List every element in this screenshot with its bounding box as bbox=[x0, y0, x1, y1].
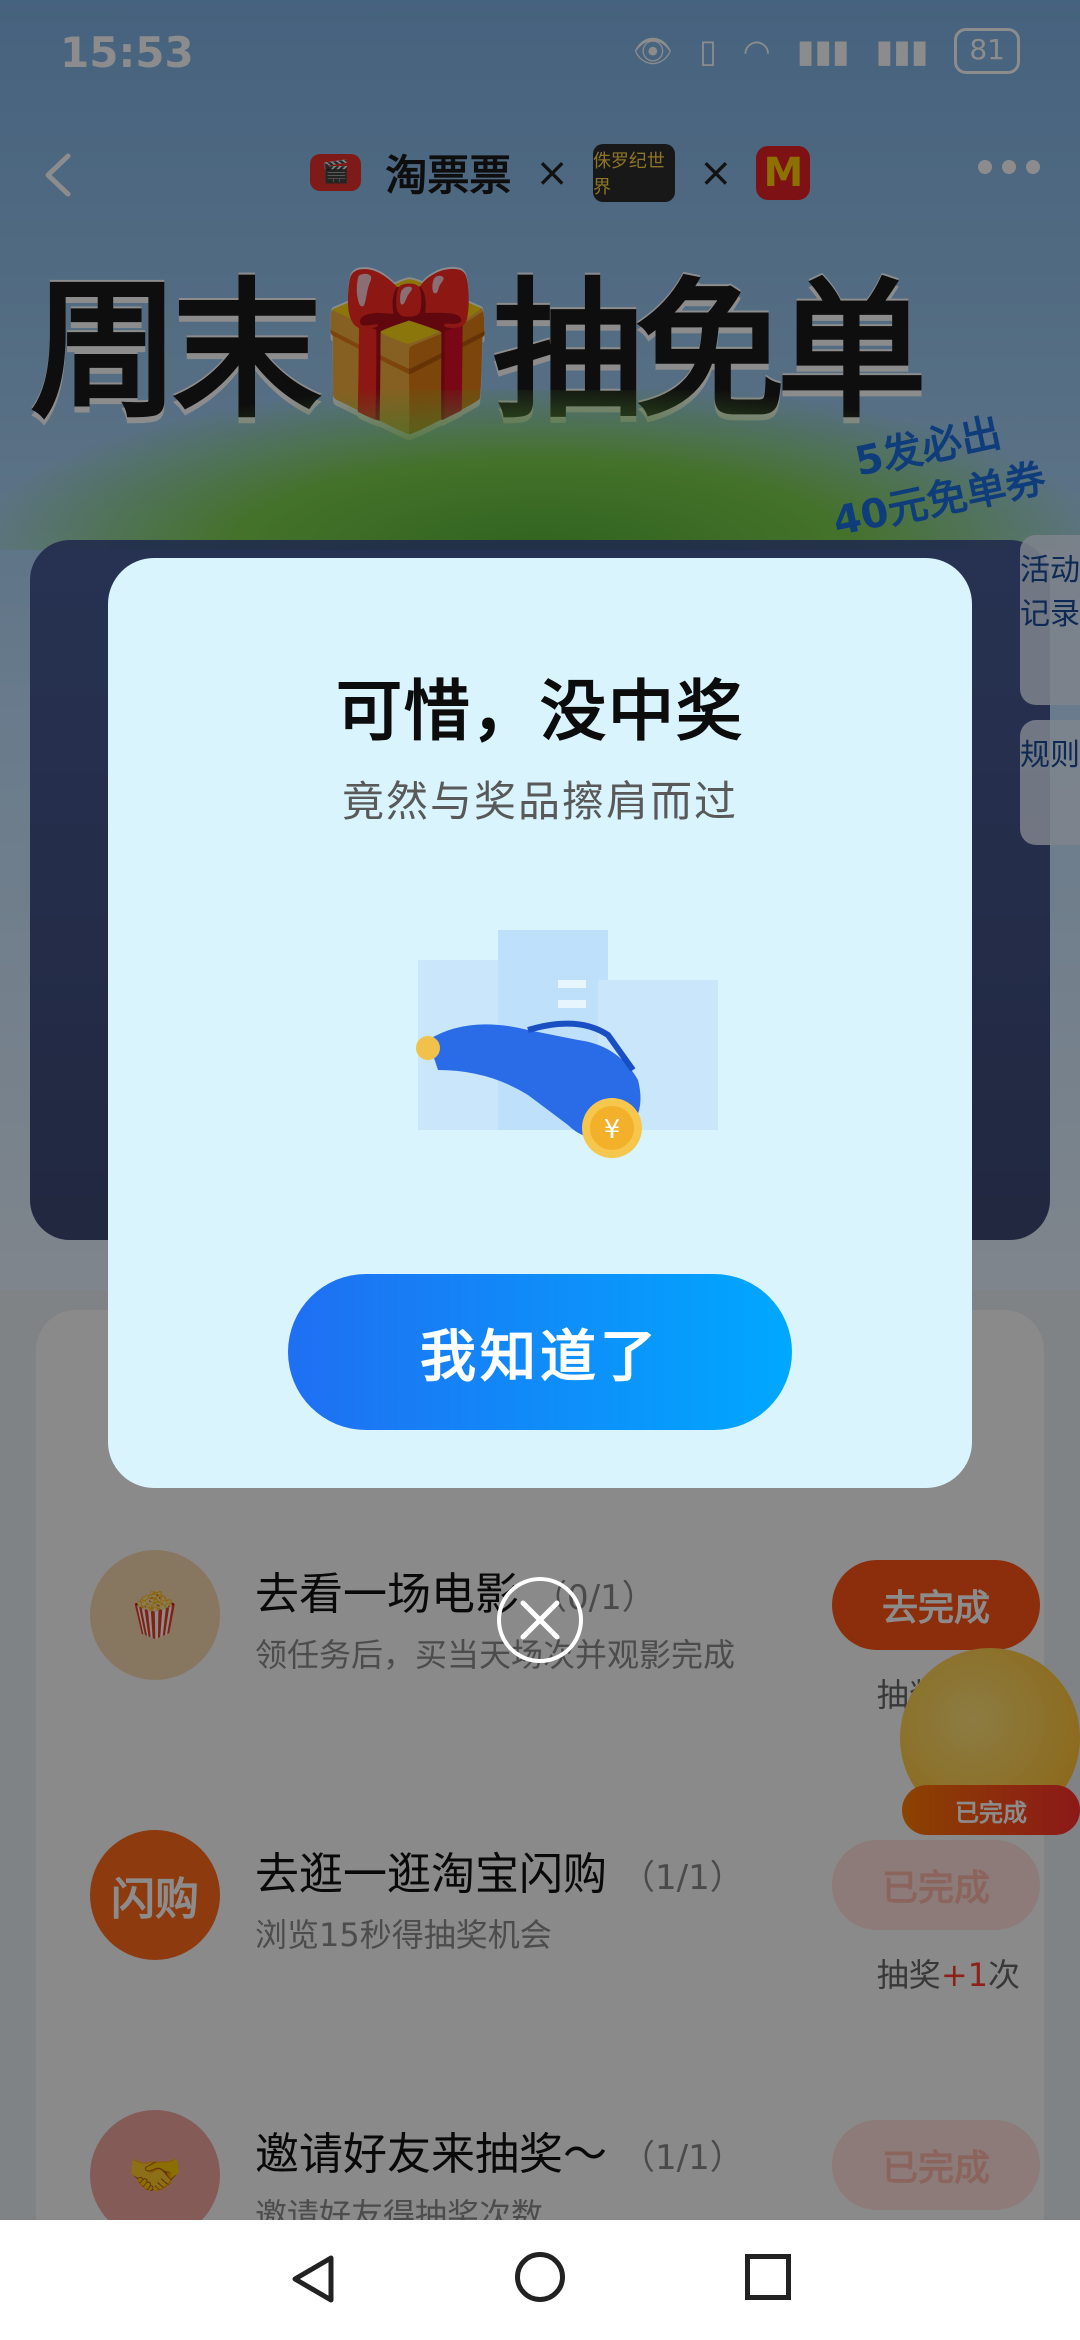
got-it-button[interactable]: 我知道了 bbox=[288, 1274, 792, 1430]
svg-text:¥: ¥ bbox=[604, 1115, 621, 1145]
nav-back-icon[interactable] bbox=[287, 2252, 341, 2306]
result-dialog: 可惜，没中奖 竟然与奖品擦肩而过 ¥ 我知道了 bbox=[108, 558, 972, 1488]
close-icon bbox=[520, 1600, 560, 1640]
nav-home-icon[interactable] bbox=[515, 2252, 565, 2302]
nav-recents-icon[interactable] bbox=[745, 2254, 791, 2300]
close-dialog-button[interactable] bbox=[497, 1577, 583, 1663]
dialog-subtitle: 竟然与奖品擦肩而过 bbox=[341, 777, 738, 826]
missed-prize-illustration: ¥ bbox=[416, 930, 718, 1158]
dialog-title: 可惜，没中奖 bbox=[336, 673, 744, 750]
